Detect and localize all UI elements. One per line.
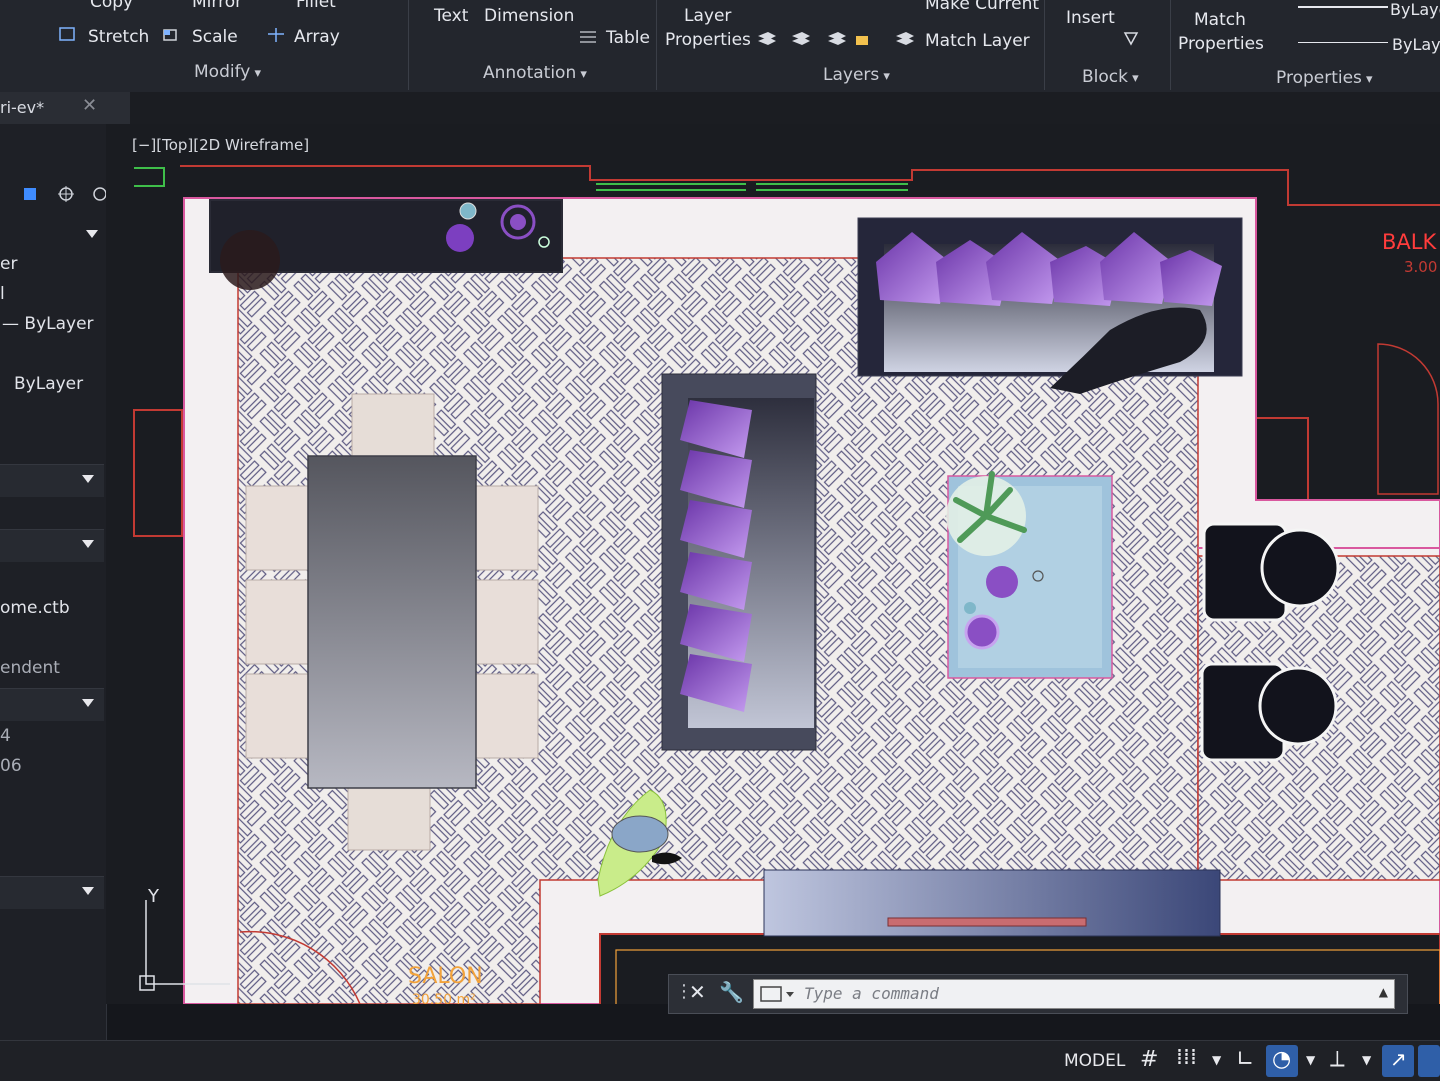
insert-button[interactable]: Insert [1066,8,1115,28]
isodraft-icon[interactable]: ⟂ [1330,1047,1345,1072]
recent-commands-icon[interactable] [760,986,796,1002]
snap-tracking-icon: ↗ [1390,1047,1407,1071]
match-layer-icon [896,32,914,45]
modify-panel-label[interactable]: Modify [194,62,261,82]
command-line: ⋮ ✕ 🔧 Type a command ▲ [668,974,1408,1014]
file-tab[interactable]: ri-ev* ✕ [0,92,130,124]
match-properties-button-line2[interactable]: Properties [1178,34,1264,54]
block-panel-label[interactable]: Block [1082,67,1139,87]
svg-text:Y: Y [147,886,160,907]
layer-properties-button-line2[interactable]: Properties [665,30,751,50]
ribbon-separator [1044,0,1045,90]
palette-text: l [0,284,5,304]
sofa-top [857,217,1243,394]
properties-palette: er l — ByLayer ByLayer ome.ctb endent 4 … [0,124,107,1054]
linetype-dropdown[interactable]: ByLaye [1392,35,1440,54]
room-area-label: 30.50 m² [412,992,476,1004]
palette-dropdown-caret[interactable] [86,230,98,238]
wrench-icon[interactable]: 🔧 [719,980,744,1004]
copy-button[interactable]: Copy [90,0,133,12]
palette-text: er [0,254,18,274]
linetype-value[interactable]: — ByLayer [2,314,94,334]
layer-tools-icon[interactable] [756,30,876,46]
room-name-label: SALON [408,964,483,989]
text-button[interactable]: Text [434,6,468,26]
file-tab-strip: ri-ev* ✕ [0,92,1440,124]
balcony-label: BALK [1382,230,1437,254]
fillet-button[interactable]: Fillet [296,0,336,12]
properties-panel-label[interactable]: Properties [1276,68,1373,88]
ortho-icon[interactable]: ∟ [1236,1047,1254,1072]
mirror-button[interactable]: Mirror [192,0,242,12]
expand-history-icon[interactable]: ▲ [1379,985,1388,999]
ribbon: Copy Mirror Fillet Stretch Scale Array M… [0,0,1440,93]
layer-properties-button[interactable]: Layer [684,6,731,26]
chevron-down-icon[interactable]: ▼ [1362,1053,1371,1067]
palette-tool-icons[interactable] [8,184,108,210]
match-layer-button[interactable]: Match Layer [925,31,1030,51]
close-tab-icon[interactable]: ✕ [82,95,97,116]
palette-dependent-label: endent [0,658,60,678]
grid-icon[interactable]: # [1140,1047,1158,1072]
model-tab[interactable]: MODEL [1064,1051,1125,1071]
palette-value: 06 [0,756,22,776]
stretch-button[interactable]: Stretch [88,27,149,47]
polar-icon: ◔ [1272,1047,1292,1072]
close-icon[interactable]: ✕ [689,980,706,1004]
object-snap-tracking-toggle[interactable]: ↗ [1382,1045,1414,1077]
palette-dropdown[interactable] [0,688,104,721]
block-edit-icon[interactable] [1122,30,1142,46]
command-placeholder: Type a command [804,984,939,1003]
plot-style-table[interactable]: ome.ctb [0,598,70,618]
drawing-canvas[interactable]: Y SALON 30.50 m² BALK 3.00 [106,124,1440,1004]
coffee-table-rug [946,471,1113,679]
palette-dropdown[interactable] [0,876,104,909]
palette-dropdown[interactable] [0,464,104,497]
annotation-panel-label[interactable]: Annotation [483,63,587,83]
dimension-button[interactable]: Dimension [484,6,574,26]
match-properties-button[interactable]: Match [1194,10,1246,30]
lineweight-sample [1298,6,1388,8]
table-button[interactable]: Table [606,28,650,48]
floor-plan: Y [133,165,1440,1004]
palette-dropdown[interactable] [0,529,104,562]
table-icon [580,31,596,43]
polar-tracking-toggle[interactable]: ◔ [1266,1045,1298,1077]
balcony-area-label: 3.00 [1404,258,1438,276]
array-icon [268,28,284,42]
sofa-center [661,373,817,751]
scale-button[interactable]: Scale [192,27,238,47]
command-input[interactable]: Type a command ▲ [753,979,1395,1009]
palette-value: 4 [0,726,11,746]
lineweight-dropdown[interactable]: ByLaye [1390,0,1440,19]
viewport-controls[interactable]: [−][Top][2D Wireframe] [132,136,309,154]
scale-icon [163,29,177,41]
object-snap-toggle[interactable] [1418,1045,1440,1077]
ribbon-separator [408,0,409,90]
linetype-sample [1298,42,1388,43]
layers-panel-label[interactable]: Layers [823,65,890,85]
file-tab-label: ri-ev* [0,98,45,117]
status-bar: MODEL # ⁞⁞⁞ ▼ ∟ ◔ ▼ ⟂ ▼ ↗ [0,1040,1440,1081]
stretch-icon [59,27,75,41]
lineweight-value[interactable]: ByLayer [14,374,83,394]
snap-icon[interactable]: ⁞⁞⁞ [1176,1045,1197,1070]
make-current-button[interactable]: Make Current [925,0,1039,14]
chevron-down-icon[interactable]: ▼ [1212,1053,1221,1067]
ribbon-separator [656,0,657,90]
chevron-down-icon[interactable]: ▼ [1306,1053,1315,1067]
array-button[interactable]: Array [294,27,340,47]
ribbon-separator [1170,0,1171,90]
